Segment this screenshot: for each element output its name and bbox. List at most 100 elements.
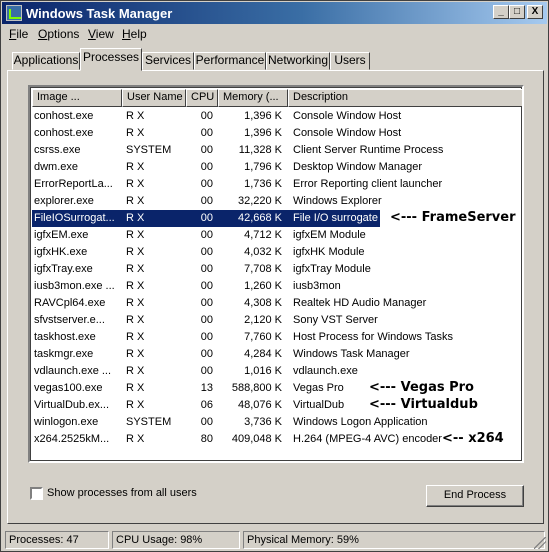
process-memory: 1,260 K: [244, 280, 282, 292]
process-row[interactable]: csrss.exe SYSTEM 00 11,328 K Client Server R…: [32, 142, 443, 159]
process-row[interactable]: conhost.exe R X 00 1,396 K Console Window Ho…: [32, 108, 401, 125]
process-row[interactable]: RAVCpl64.exe R X 00 4,308 K Realtek HD Audio…: [32, 295, 426, 312]
process-user-name: R X: [126, 382, 145, 394]
annotation-virtualdub: <--- Virtualdub: [369, 397, 478, 412]
process-image-name: conhost.exe: [34, 110, 94, 122]
process-row[interactable]: ErrorReportLa... R X 00 1,736 K Error Report…: [32, 176, 442, 193]
process-cpu: 00: [200, 348, 213, 360]
menu-options[interactable]: Options: [38, 27, 79, 41]
process-row[interactable]: VirtualDub.ex... R X 06 48,076 K VirtualDub: [32, 397, 380, 414]
process-user-name: R X: [126, 297, 145, 309]
process-memory: 1,396 K: [244, 127, 282, 139]
process-image-name: igfxEM.exe: [34, 229, 89, 241]
tab-users[interactable]: Users: [330, 52, 370, 70]
process-description: igfxTray Module: [293, 263, 371, 275]
column-image-name[interactable]: Image ...: [32, 89, 122, 107]
tab-processes[interactable]: Processes: [80, 48, 142, 71]
maximize-button[interactable]: □: [509, 5, 525, 19]
process-row[interactable]: vegas100.exe R X 13 588,800 K Vegas Pro: [32, 380, 380, 397]
column-description[interactable]: Description: [288, 89, 522, 107]
process-memory: 7,760 K: [244, 331, 282, 343]
process-cpu: 06: [200, 399, 213, 411]
task-manager-icon: [6, 5, 22, 21]
minimize-button[interactable]: _: [493, 5, 509, 19]
process-row[interactable]: vdlaunch.exe ... R X 00 1,016 K vdlaunch.exe: [32, 363, 380, 380]
process-description: Error Reporting client launcher: [293, 178, 443, 190]
process-user-name: R X: [126, 433, 145, 445]
annotation-frameserver: <--- FrameServer: [390, 210, 516, 225]
process-cpu: 00: [200, 110, 213, 122]
process-user-name: R X: [126, 280, 145, 292]
process-user-name: R X: [126, 195, 145, 207]
process-row[interactable]: sfvstserver.e... R X 00 2,120 K Sony VST Ser…: [32, 312, 380, 329]
process-memory: 7,708 K: [244, 263, 282, 275]
menu-help[interactable]: Help: [122, 27, 147, 41]
list-header: Image ... User Name CPU Memory (... Desc…: [32, 89, 522, 107]
process-image-name: taskhost.exe: [34, 331, 96, 343]
process-image-name: FileIOSurrogat...: [34, 212, 115, 224]
process-image-name: vegas100.exe: [34, 382, 103, 394]
process-description: Windows Logon Application: [293, 416, 428, 428]
menu-bar: File Options View Help: [3, 25, 547, 43]
process-cpu: 80: [200, 433, 213, 445]
end-process-button[interactable]: End Process: [426, 485, 524, 507]
status-processes: Processes: 47: [5, 531, 109, 549]
process-user-name: R X: [126, 314, 145, 326]
process-memory: 4,712 K: [244, 229, 282, 241]
process-row[interactable]: taskhost.exe R X 00 7,760 K Host Process for…: [32, 329, 453, 346]
process-user-name: R X: [126, 161, 145, 173]
process-cpu: 00: [200, 280, 213, 292]
column-memory[interactable]: Memory (...: [218, 89, 288, 107]
process-row[interactable]: igfxTray.exe R X 00 7,708 K igfxTray Module: [32, 261, 380, 278]
process-memory: 409,048 K: [231, 433, 282, 445]
process-user-name: R X: [126, 246, 145, 258]
menu-file[interactable]: File: [9, 27, 28, 41]
process-description: igfxHK Module: [293, 246, 365, 258]
show-all-processes-checkbox[interactable]: [30, 487, 43, 500]
process-cpu: 00: [200, 127, 213, 139]
process-memory: 2,120 K: [244, 314, 282, 326]
process-user-name: R X: [126, 127, 145, 139]
process-list[interactable]: Image ... User Name CPU Memory (... Desc…: [28, 85, 524, 463]
process-row[interactable]: dwm.exe R X 00 1,796 K Desktop Window Manage…: [32, 159, 422, 176]
process-memory: 11,328 K: [238, 144, 282, 156]
column-cpu[interactable]: CPU: [186, 89, 218, 107]
menu-view[interactable]: View: [88, 27, 114, 41]
close-button[interactable]: X: [527, 5, 543, 19]
process-row[interactable]: x264.2525kM... R X 80 409,048 K H.264 (MPEG-…: [32, 431, 442, 448]
process-memory: 42,668 K: [237, 212, 282, 224]
process-user-name: R X: [126, 365, 145, 377]
process-description: Sony VST Server: [293, 314, 378, 326]
process-row[interactable]: explorer.exe R X 00 32,220 K Windows Explore…: [32, 193, 382, 210]
process-description: Windows Explorer: [293, 195, 382, 207]
tab-services[interactable]: Services: [142, 52, 194, 70]
annotation-vegas-pro: <--- Vegas Pro: [369, 380, 474, 395]
process-cpu: 00: [200, 365, 213, 377]
process-row[interactable]: winlogon.exe SYSTEM 00 3,736 K Windows Logon…: [32, 414, 428, 431]
process-row[interactable]: iusb3mon.exe ... R X 00 1,260 K iusb3mon: [32, 278, 380, 295]
process-row[interactable]: igfxEM.exe R X 00 4,712 K igfxEM Module: [32, 227, 380, 244]
process-description: Console Window Host: [293, 127, 402, 139]
process-image-name: ErrorReportLa...: [34, 178, 113, 190]
process-image-name: RAVCpl64.exe: [34, 297, 106, 309]
process-row[interactable]: FileIOSurrogat... R X 00 42,668 K File I/O s…: [32, 210, 380, 227]
process-cpu: 00: [200, 161, 213, 173]
process-row[interactable]: taskmgr.exe R X 00 4,284 K Windows Task Mana…: [32, 346, 410, 363]
process-user-name: R X: [126, 110, 145, 122]
process-row[interactable]: conhost.exe R X 00 1,396 K Console Window Ho…: [32, 125, 401, 142]
process-image-name: sfvstserver.e...: [34, 314, 105, 326]
process-description: Windows Task Manager: [293, 348, 410, 360]
window-title: Windows Task Manager: [26, 6, 173, 21]
tab-networking[interactable]: Networking: [266, 52, 330, 70]
title-bar[interactable]: Windows Task Manager _ □ X: [2, 2, 547, 24]
process-image-name: winlogon.exe: [34, 416, 99, 428]
process-description: igfxEM Module: [293, 229, 366, 241]
show-all-processes-label[interactable]: Show processes from all users: [47, 487, 197, 499]
tab-performance[interactable]: Performance: [194, 52, 266, 70]
resize-grip[interactable]: [534, 537, 546, 549]
tab-applications[interactable]: Applications: [12, 52, 80, 70]
column-user-name[interactable]: User Name: [122, 89, 186, 107]
process-image-name: conhost.exe: [34, 127, 94, 139]
process-row[interactable]: igfxHK.exe R X 00 4,032 K igfxHK Module: [32, 244, 380, 261]
process-memory: 1,736 K: [244, 178, 282, 190]
